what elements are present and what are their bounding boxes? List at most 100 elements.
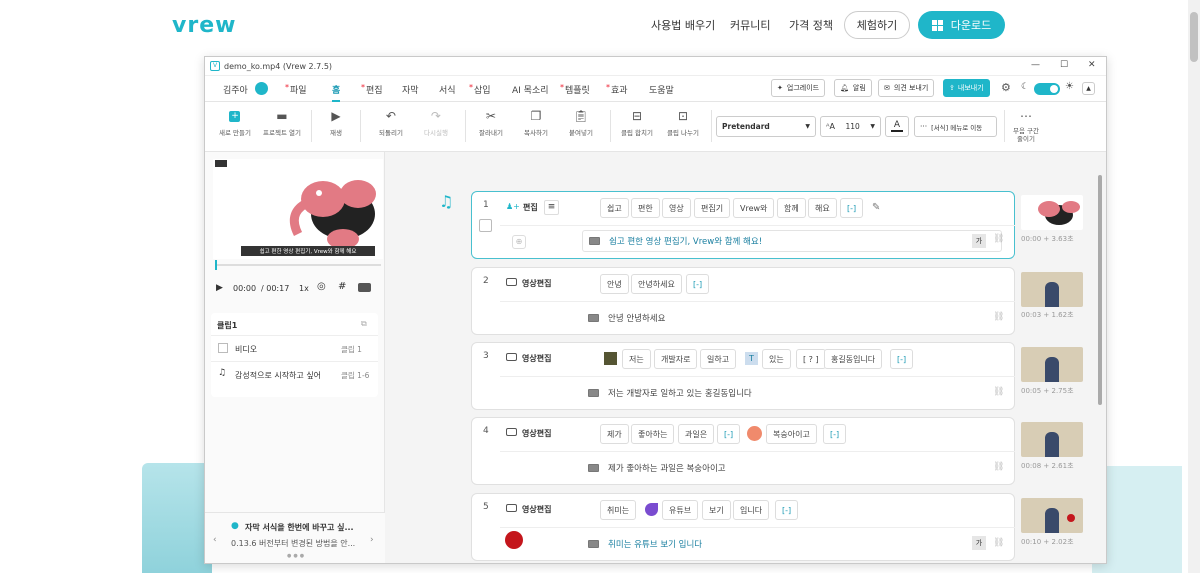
word-chip[interactable]: 과일은 [678, 424, 715, 444]
menu-format[interactable]: 서식 [439, 83, 456, 96]
grid-icon[interactable]: # [338, 281, 346, 292]
word-chip[interactable]: 안녕하세요 [631, 274, 682, 294]
subtitle-toggle-icon[interactable] [358, 283, 371, 292]
merge-clips-button[interactable]: ⊟ 클립 합치기 [621, 109, 653, 137]
external-link-icon[interactable]: ⧉ [361, 319, 367, 329]
user-name[interactable]: 김주아 [223, 83, 248, 96]
word-chip[interactable]: 유튜브 [662, 500, 699, 520]
clip-row-label[interactable]: 감성적으로 시작하고 싶어 [235, 370, 321, 381]
style-badge[interactable]: 가 [972, 536, 986, 550]
cut-button[interactable]: ✂ 잘라내기 [479, 109, 503, 137]
play-icon[interactable]: ▶ [216, 283, 223, 293]
menu-effects[interactable]: *효과 [606, 83, 628, 96]
font-size-select[interactable]: ᴬA 110 ▼ [820, 116, 881, 137]
feedback-button[interactable]: ✉ 의견 보내기 [878, 79, 935, 97]
video-checkbox[interactable] [218, 343, 228, 353]
silence-chip[interactable]: [-] [686, 274, 710, 294]
subtitle-text[interactable]: 쉽고 편한 영상 편집기, Vrew와 함께 해요! [609, 235, 762, 247]
word-chip[interactable]: Vrew와 [733, 198, 775, 218]
word-chip[interactable]: 저는 [622, 349, 651, 369]
word-chip[interactable]: 안녕 [600, 274, 629, 294]
word-chip[interactable]: 복숭아이고 [766, 424, 817, 444]
word-chip[interactable]: 보기 [702, 500, 731, 520]
playback-speed[interactable]: 1x [299, 284, 309, 293]
word-chip[interactable]: 좋아하는 [631, 424, 675, 444]
add-media-icon[interactable]: ⊕ [512, 235, 526, 249]
speaker-label[interactable]: 영상편집 [522, 504, 551, 515]
new-project-button[interactable]: + 새로 만들기 [219, 109, 251, 137]
clip-thumbnail[interactable] [1021, 347, 1083, 382]
silence-chip[interactable]: [-] [890, 349, 914, 369]
menu-subtitle[interactable]: 자막 [402, 83, 419, 96]
link-icon[interactable]: ⛓ [993, 387, 1004, 397]
word-chip[interactable]: 해요 [808, 198, 837, 218]
nav-pricing[interactable]: 가격 정책 [789, 17, 833, 33]
word-chip[interactable]: 편집기 [694, 198, 731, 218]
nav-community[interactable]: 커뮤니티 [730, 17, 770, 33]
pencil-icon[interactable]: ✎ [872, 202, 880, 213]
style-badge[interactable]: 가 [972, 234, 986, 248]
menu-edit[interactable]: *편집 [361, 83, 383, 96]
font-select[interactable]: Pretendard ▼ [716, 116, 816, 137]
vrew-logo[interactable]: vrew [172, 13, 236, 38]
close-button[interactable]: ✕ [1088, 60, 1096, 70]
download-button[interactable]: 다운로드 [918, 11, 1005, 39]
page-scrollbar[interactable] [1188, 0, 1200, 573]
clip-thumbnail[interactable] [1021, 272, 1083, 307]
chevron-right-icon[interactable]: › [370, 535, 374, 545]
speaker-label[interactable]: 편집 [523, 202, 538, 213]
clip-card[interactable]: 2 영상편집 안녕 안녕하세요 [-] 안녕 안녕하세요 ⛓ [471, 267, 1015, 335]
word-chip[interactable]: 개발자로 [654, 349, 698, 369]
subtitle-row[interactable]: 제가 좋아하는 과일은 복숭아이고 [588, 457, 726, 479]
text-insert-icon[interactable]: T [745, 352, 758, 365]
word-chip[interactable]: 영상 [662, 198, 691, 218]
text-color-button[interactable]: A [885, 116, 909, 137]
clip-card[interactable]: 5 영상편집 취미는 유튜브 보기 입니다 [-] 취미는 유튜브 보기 입니다… [471, 493, 1015, 561]
sticker-icon[interactable] [604, 352, 617, 365]
clip-thumbnail[interactable] [1021, 195, 1083, 230]
link-icon[interactable]: ⛓ [993, 462, 1004, 472]
open-project-button[interactable]: ▬ 프로젝트 열기 [263, 109, 301, 137]
music-note-icon[interactable]: ♫ [439, 192, 453, 211]
word-chip[interactable]: 편한 [631, 198, 660, 218]
theme-toggle[interactable] [1034, 83, 1060, 95]
menu-insert[interactable]: *삽입 [469, 83, 491, 96]
speaker-add-icon[interactable]: ♟+ [506, 202, 520, 211]
peach-icon[interactable] [747, 426, 762, 441]
subtitle-row[interactable]: 취미는 유튜브 보기 입니다 [588, 533, 702, 555]
word-chip[interactable]: 쉽고 [600, 198, 629, 218]
word-chip[interactable]: 있는 [762, 349, 791, 369]
clip-thumbnail[interactable] [1021, 498, 1083, 533]
redo-button[interactable]: ↷ 다시실행 [424, 109, 448, 137]
paste-button[interactable]: 📋︎ 붙여넣기 [569, 109, 593, 137]
sticker-icon[interactable] [645, 503, 658, 516]
subtitle-text[interactable]: 저는 개발자로 일하고 있는 홍길동입니다 [608, 387, 752, 399]
word-chip[interactable]: [ ? ] [796, 349, 826, 369]
clip-thumbnail[interactable] [1021, 422, 1083, 457]
silence-chip[interactable]: [-] [775, 500, 799, 520]
heart-sticker-icon[interactable] [505, 531, 523, 549]
menu-home[interactable]: 홈 [332, 83, 341, 102]
format-menu-button[interactable]: ··· [서식] 메뉴로 이동 [914, 116, 997, 137]
maximize-button[interactable]: ☐ [1060, 60, 1068, 70]
menu-template[interactable]: *템플릿 [560, 83, 590, 96]
export-button[interactable]: ⇪ 내보내기 [943, 79, 990, 97]
word-chip[interactable]: 취미는 [600, 500, 637, 520]
clip-card[interactable]: 4 영상편집 제가 좋아하는 과일은 [-] 복숭아이고 [-] 제가 좋아하는… [471, 417, 1015, 485]
menu-ai-voice[interactable]: AI 목소리 [512, 83, 549, 96]
subtitle-row[interactable]: 쉽고 편한 영상 편집기, Vrew와 함께 해요! [582, 230, 1002, 252]
chevron-left-icon[interactable]: ‹ [213, 535, 217, 545]
word-chip[interactable]: 입니다 [733, 500, 770, 520]
upgrade-button[interactable]: ✦ 업그레이드 [771, 79, 826, 97]
reduce-silence-button[interactable]: ⋯ 무음 구간 줄이기 [1013, 109, 1039, 143]
word-chip[interactable]: 일하고 [700, 349, 737, 369]
page-scroll-thumb[interactable] [1190, 12, 1198, 62]
silence-chip[interactable]: [-] [717, 424, 741, 444]
link-icon[interactable]: ⛓ [993, 312, 1004, 322]
tip-panel[interactable]: ● 자막 서식을 한번에 바꾸고 싶... 0.13.6 버전부터 변경된 방법… [205, 512, 385, 563]
speaker-label[interactable]: 영상편집 [522, 428, 551, 439]
menu-file[interactable]: *파일 [285, 83, 307, 96]
word-chip[interactable]: 함께 [777, 198, 806, 218]
clip-checkbox[interactable] [479, 219, 492, 232]
silence-chip[interactable]: [-] [823, 424, 847, 444]
